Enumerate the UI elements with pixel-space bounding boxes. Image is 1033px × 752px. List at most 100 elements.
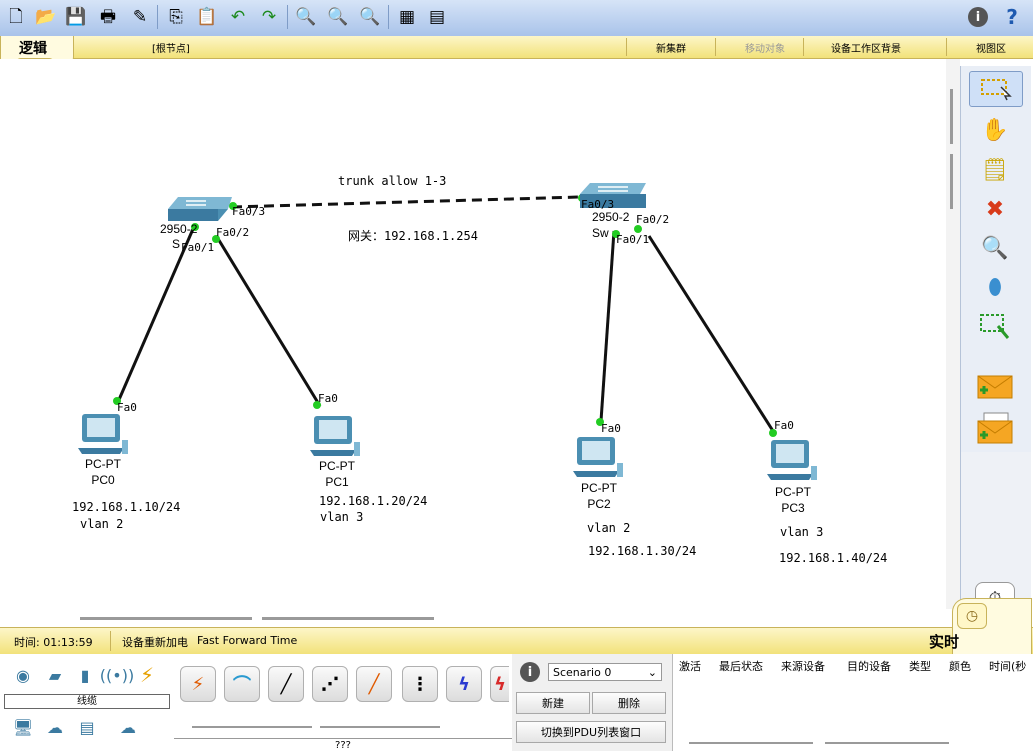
multiuser-icon[interactable]: ☁	[110, 716, 146, 738]
note-icon[interactable]: 🗒	[969, 153, 1021, 187]
pc1-type: PC-PT	[319, 459, 355, 473]
device-category-panel: ◉ ▰ ▮ ((•)) ⚡ 线缆 🖥 ☁ ▤ ☁	[0, 654, 175, 751]
realtime-mode-tab[interactable]: ◷ 实时	[929, 598, 1032, 655]
gateway-label: 网关：192.168.1.254	[348, 229, 478, 243]
fast-forward-button[interactable]: Fast Forward Time	[197, 634, 297, 647]
save-icon[interactable]: 💾	[64, 5, 88, 29]
workspace-bar: [根节点] 新集群 移动对象 设备工作区背景 视图区	[0, 36, 1033, 59]
chevron-down-icon: ⌄	[647, 666, 657, 679]
select-icon[interactable]	[969, 71, 1023, 107]
power-cycle-button[interactable]: 设备重新加电	[122, 634, 188, 650]
vertical-scrollbar-thumb[interactable]	[950, 89, 953, 144]
draw-shape-icon[interactable]: ⬮	[969, 270, 1021, 304]
scenario-value: Scenario 0	[553, 666, 612, 679]
port-label: Fa0	[318, 392, 338, 405]
horizontal-scrollbar-thumb[interactable]	[80, 617, 252, 620]
coaxial-cable-icon[interactable]: ϟ	[446, 666, 482, 702]
info-icon[interactable]: i	[520, 662, 540, 682]
pdu-scrollbar[interactable]	[825, 742, 949, 744]
serial-dce-cable-icon[interactable]: ϟ	[490, 666, 509, 702]
column-header: 时间(秒	[989, 660, 1027, 673]
move-object-button[interactable]: 移动对象	[745, 40, 785, 55]
pc0-name: PC0	[91, 473, 115, 487]
hub-icon[interactable]: ▮	[72, 664, 98, 686]
column-header: 来源设备	[781, 660, 825, 673]
print-icon[interactable]: 🖶	[96, 5, 120, 29]
custom-devices-icon[interactable]: ▤	[74, 716, 100, 738]
resize-icon[interactable]	[969, 310, 1021, 344]
logical-tab-label: 逻辑	[19, 41, 47, 57]
link-s0-pc0[interactable]	[116, 228, 195, 403]
fiber-cable-icon[interactable]: ╱	[356, 666, 392, 702]
zoom-out-icon[interactable]: 🔍	[358, 5, 382, 29]
pc3-ip: 192.168.1.40/24	[779, 551, 888, 565]
phone-cable-icon[interactable]: ⋮	[402, 666, 438, 702]
root-node-button[interactable]: [根节点]	[152, 40, 190, 55]
delete-icon[interactable]: ✖	[969, 192, 1021, 226]
help-icon[interactable]: ?	[1000, 5, 1024, 29]
clock-icon[interactable]: ◷	[957, 603, 987, 629]
wan-emulation-icon[interactable]: ☁	[42, 716, 68, 738]
undo-icon[interactable]: ↶	[226, 5, 250, 29]
bottom-panel: ◉ ▰ ▮ ((•)) ⚡ 线缆 🖥 ☁ ▤ ☁ ⚡ ⌒ ╱ ⋰ ╱ ⋮ ϟ ϟ…	[0, 654, 1033, 752]
move-layout-icon[interactable]: ✋	[969, 113, 1021, 147]
pc0-ip: 192.168.1.10/24	[72, 500, 181, 514]
horizontal-scrollbar-thumb[interactable]	[262, 617, 434, 620]
scenario-select[interactable]: Scenario 0 ⌄	[548, 663, 662, 681]
switch-icon[interactable]	[168, 197, 232, 221]
simple-pdu-icon[interactable]	[969, 369, 1021, 403]
column-header: 激活	[679, 660, 701, 673]
cable-scrollbar[interactable]	[320, 726, 440, 728]
new-scenario-button[interactable]: 新建	[516, 692, 590, 714]
viewport-button[interactable]: 视图区	[976, 40, 1006, 55]
sim-time: 时间: 01:13:59	[14, 636, 93, 649]
open-icon[interactable]: 📂	[34, 5, 58, 29]
wizard-icon[interactable]: ✎	[128, 5, 152, 29]
device-template-icon[interactable]: ▤	[425, 5, 449, 29]
vertical-scrollbar[interactable]	[946, 59, 960, 609]
inspect-icon[interactable]: 🔍	[969, 231, 1021, 265]
pc2-vlan: vlan 2	[587, 521, 631, 535]
common-tools-bar: ✋ 🗒 ✖ 🔍 ⬮	[960, 66, 1031, 452]
router-icon[interactable]: ◉	[10, 664, 36, 686]
wireless-icon[interactable]: ((•))	[100, 664, 134, 686]
cable-scrollbar[interactable]	[192, 726, 312, 728]
delete-scenario-button[interactable]: 删除	[592, 692, 666, 714]
end-devices-icon[interactable]: 🖥	[10, 716, 36, 738]
logical-workspace-canvas[interactable]: trunk allow 1-3 网关：192.168.1.254 2950-2 …	[0, 59, 946, 620]
new-cluster-button[interactable]: 新集群	[656, 40, 686, 55]
pc-icon[interactable]	[767, 440, 817, 480]
pc-icon[interactable]	[573, 437, 623, 477]
scenario-panel: i Scenario 0 ⌄ 新建 删除 切换到PDU列表窗口	[512, 654, 672, 751]
vertical-scrollbar-thumb[interactable]	[950, 154, 953, 209]
pc0-type: PC-PT	[85, 457, 121, 471]
paste-icon[interactable]: 📋	[195, 5, 219, 29]
link-s1-pc3[interactable]	[647, 235, 775, 432]
switch-category-icon[interactable]: ▰	[42, 664, 68, 686]
connections-icon[interactable]: ⚡	[134, 663, 160, 687]
main-toolbar: 🗋 📂 💾 🖶 ✎ ⎘ 📋 ↶ ↷ 🔍 🔍 🔍 ▦ ▤ i ?	[0, 0, 1033, 37]
pc-icon[interactable]	[310, 416, 360, 456]
palette-icon[interactable]: ▦	[395, 5, 419, 29]
crossover-cable-icon[interactable]: ⋰	[312, 666, 348, 702]
link-s1-pc2[interactable]	[599, 230, 616, 422]
column-header: 最后状态	[719, 660, 763, 673]
new-icon[interactable]: 🗋	[4, 5, 28, 29]
link-s0-pc1[interactable]	[215, 236, 322, 407]
set-background-button[interactable]: 设备工作区背景	[831, 40, 901, 55]
console-cable-icon[interactable]: ⌒	[224, 666, 260, 702]
straight-through-cable-icon[interactable]: ╱	[268, 666, 304, 702]
switch-pdu-list-button[interactable]: 切换到PDU列表窗口	[516, 721, 666, 743]
port-label: Fa0/3	[232, 205, 266, 218]
pdu-scrollbar[interactable]	[689, 742, 813, 744]
copy-icon[interactable]: ⎘	[164, 5, 188, 29]
pc-icon[interactable]	[78, 414, 128, 454]
trunk-link[interactable]	[231, 195, 581, 209]
redo-icon[interactable]: ↷	[257, 5, 281, 29]
auto-cable-icon[interactable]: ⚡	[180, 666, 216, 702]
zoom-reset-icon[interactable]: 🔍	[326, 5, 350, 29]
port-label: Fa0/2	[216, 226, 250, 239]
zoom-in-icon[interactable]: 🔍	[294, 5, 318, 29]
info-icon[interactable]: i	[968, 7, 988, 27]
complex-pdu-icon[interactable]	[969, 411, 1021, 445]
